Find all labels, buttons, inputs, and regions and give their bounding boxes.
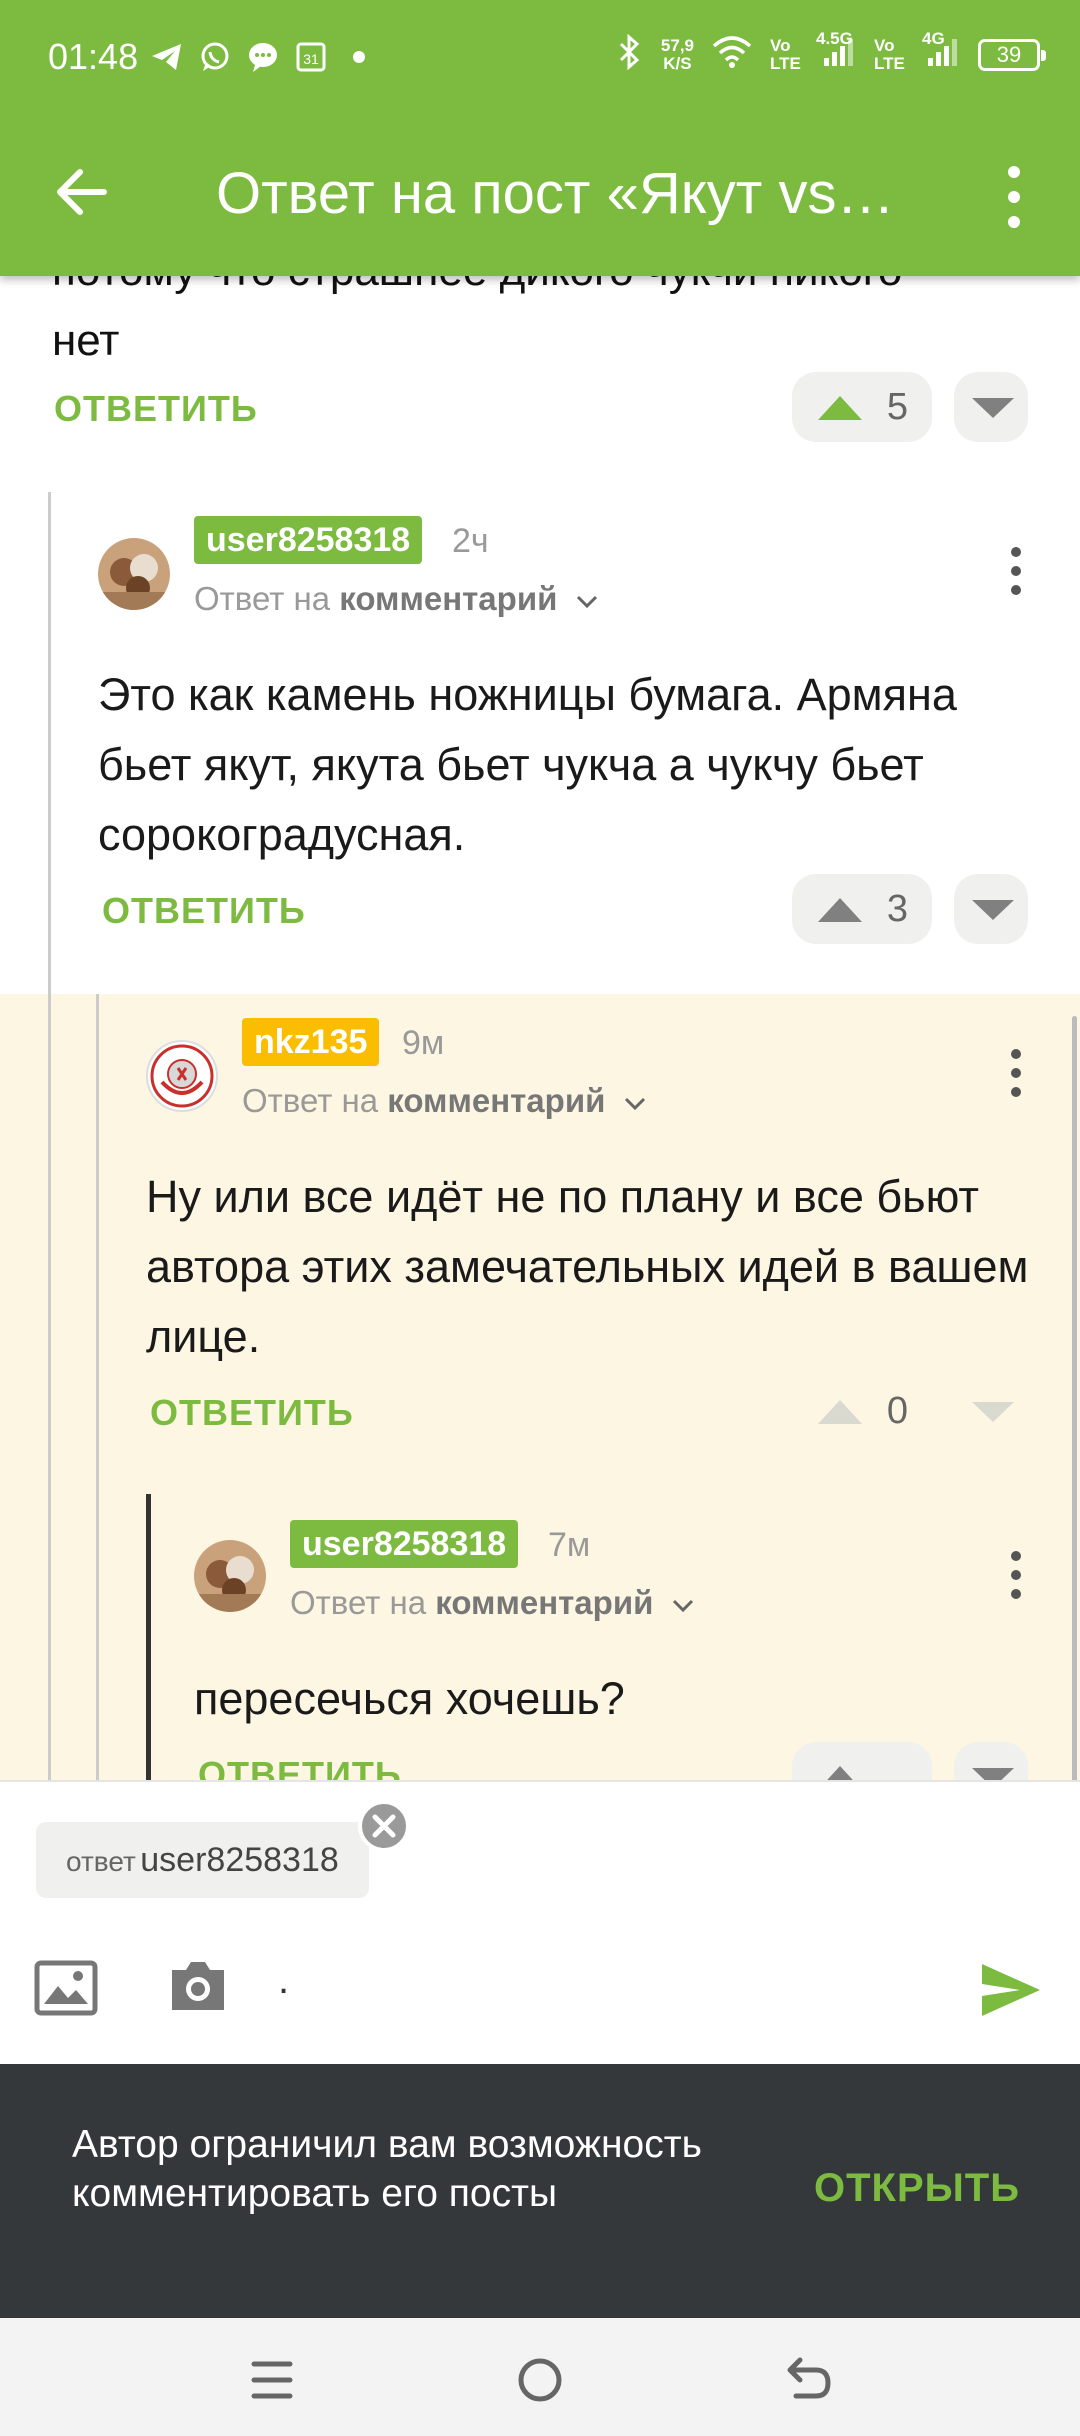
comment-score: 5 xyxy=(886,386,908,428)
page-title: Ответ на пост «Якут vs… xyxy=(216,161,895,226)
comment-text: пересечься хочешь? xyxy=(194,1673,625,1724)
vote-up-button[interactable]: 0 xyxy=(792,1376,932,1446)
arrow-up-icon xyxy=(816,896,864,929)
net-speed: 57,9 K/S xyxy=(660,35,694,73)
reply-button[interactable]: ОТВЕТИТЬ xyxy=(54,388,258,430)
vote-down-button[interactable] xyxy=(954,874,1028,944)
vote-up-button[interactable]: 3 xyxy=(792,874,932,944)
comments-feed[interactable]: потому что страшнее дикого чукчи никого … xyxy=(0,276,1080,1780)
bluetooth-icon xyxy=(617,33,643,75)
status-bar: 01:48 31 57,9 K/S Vo LTE 4.5G Vo LTE 4G … xyxy=(0,0,1080,118)
volte-label-1: Vo LTE xyxy=(770,35,801,73)
telegram-icon xyxy=(150,40,184,74)
comment-input[interactable]: . xyxy=(278,1958,289,2003)
system-nav-bar xyxy=(0,2318,1080,2436)
reply-button[interactable]: ОТВЕТИТЬ xyxy=(198,1754,402,1780)
reply-chip: ответ user8258318 xyxy=(36,1822,369,1898)
comment-composer: ответ user8258318 . xyxy=(0,1780,1080,2064)
comment-time: 7м xyxy=(548,1526,591,1564)
username-badge[interactable]: nkz135 xyxy=(242,1018,380,1066)
battery-icon: 39 xyxy=(978,38,1046,71)
arrow-down-icon xyxy=(970,898,1016,927)
top-bar: 01:48 31 57,9 K/S Vo LTE 4.5G Vo LTE 4G … xyxy=(0,0,1080,276)
dot-icon xyxy=(342,40,376,74)
reply-to-link[interactable]: Ответ на комментарий xyxy=(194,580,599,618)
scrollbar[interactable] xyxy=(1072,1016,1077,1780)
notification-icons: 31 xyxy=(150,40,376,74)
arrow-up-icon xyxy=(816,1764,864,1780)
arrow-down-icon xyxy=(970,1400,1016,1429)
arrow-up-icon xyxy=(816,1398,864,1431)
restriction-message: Автор ограничил вам возможность комменти… xyxy=(72,2123,702,2215)
signal-icon: 4.5G xyxy=(816,30,856,73)
signal-icon: 4G xyxy=(922,30,960,73)
volte-label-2: Vo LTE xyxy=(874,35,905,73)
vote-down-button[interactable] xyxy=(954,1742,1028,1780)
wifi-icon xyxy=(712,36,752,73)
reply-button[interactable]: ОТВЕТИТЬ xyxy=(150,1392,354,1434)
arrow-left-icon[interactable] xyxy=(52,162,112,222)
more-vertical-icon[interactable] xyxy=(1006,1550,1026,1600)
more-vertical-icon[interactable] xyxy=(1006,1048,1026,1098)
chevron-down-icon xyxy=(672,1599,693,1613)
restriction-banner: Автор ограничил вам возможность комменти… xyxy=(0,2064,1080,2318)
thread-line xyxy=(146,1494,151,1780)
vote-up-button[interactable]: 5 xyxy=(792,372,932,442)
more-vertical-icon[interactable] xyxy=(996,162,1032,232)
app-bar: Ответ на пост «Якут vs… xyxy=(0,118,1080,276)
more-vertical-icon[interactable] xyxy=(1006,546,1026,596)
calendar-icon: 31 xyxy=(294,40,328,74)
thread-line xyxy=(48,492,51,1780)
reply-to-link[interactable]: Ответ на комментарий xyxy=(242,1082,647,1120)
comment-text: Ну или все идёт не по плану и все бьют а… xyxy=(146,1171,1029,1362)
open-button[interactable]: ОТКРЫТЬ xyxy=(814,2166,1020,2211)
arrow-up-icon xyxy=(816,394,864,427)
vote-up-button[interactable] xyxy=(792,1742,932,1780)
chevron-down-icon xyxy=(624,1097,645,1111)
username-badge[interactable]: user8258318 xyxy=(290,1520,519,1568)
close-icon[interactable] xyxy=(358,1800,410,1852)
back-icon[interactable] xyxy=(782,2352,838,2408)
arrow-down-icon xyxy=(970,396,1016,425)
whatsapp-icon xyxy=(198,40,232,74)
reply-button[interactable]: ОТВЕТИТЬ xyxy=(102,890,306,932)
comment-time: 9м xyxy=(402,1024,445,1062)
system-icons: 57,9 K/S Vo LTE 4.5G Vo LTE 4G 39 xyxy=(617,30,1046,75)
thread-line xyxy=(96,994,99,1780)
send-icon[interactable] xyxy=(980,1962,1042,2018)
svg-text:31: 31 xyxy=(303,51,319,67)
vote-down-button[interactable] xyxy=(954,372,1028,442)
comment-text: Это как камень ножницы бумага. Армяна бь… xyxy=(98,669,957,860)
reply-to-link[interactable]: Ответ на комментарий xyxy=(290,1584,695,1622)
arrow-down-icon xyxy=(970,1766,1016,1780)
status-time: 01:48 xyxy=(48,36,139,77)
home-icon[interactable] xyxy=(512,2352,568,2408)
vote-down-button[interactable] xyxy=(954,1376,1028,1446)
avatar[interactable] xyxy=(98,538,170,610)
chevron-down-icon xyxy=(576,595,597,609)
avatar[interactable] xyxy=(146,1040,218,1112)
comment-score: 3 xyxy=(886,888,908,930)
message-icon xyxy=(246,40,280,74)
menu-icon[interactable] xyxy=(244,2352,300,2408)
avatar[interactable] xyxy=(194,1540,266,1612)
comment-text: потому что страшнее дикого чукчи никого … xyxy=(52,276,902,365)
camera-icon[interactable] xyxy=(166,1954,230,2018)
comment-score: 0 xyxy=(886,1390,908,1432)
comment-time: 2ч xyxy=(452,522,489,560)
image-icon[interactable] xyxy=(34,1960,98,2016)
username-badge[interactable]: user8258318 xyxy=(194,516,423,564)
